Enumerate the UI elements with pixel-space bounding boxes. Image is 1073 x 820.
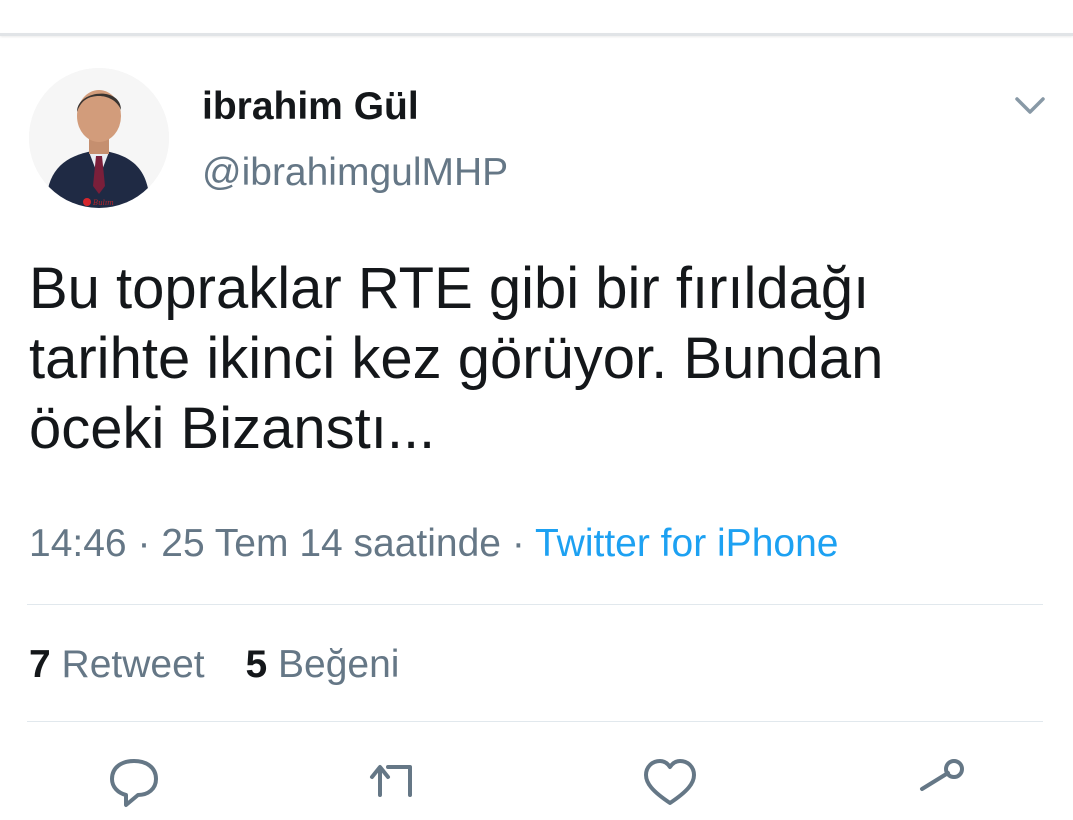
avatar-photo: Bulım: [29, 68, 169, 208]
retweets-stat[interactable]: 7 Retweet: [29, 641, 205, 689]
author-name[interactable]: ibrahim Gül: [202, 84, 419, 130]
tweet-stats: 7 Retweet 5 Beğeni: [29, 641, 429, 689]
avatar-badge: Bulım: [92, 199, 114, 207]
share-icon[interactable]: [910, 755, 970, 815]
action-bar: [0, 755, 1073, 807]
tweet-text-line: tarihte ikinci kez görüyor. Bundan: [29, 326, 884, 391]
retweets-label: Retweet: [61, 643, 205, 686]
retweets-count: 7: [29, 643, 51, 686]
likes-count: 5: [245, 643, 268, 686]
likes-label: Beğeni: [278, 643, 400, 686]
tweet-text-line: öceki Bizanstı...: [29, 396, 436, 461]
divider: [27, 604, 1043, 605]
tweet-text-line: Bu topraklar RTE gibi bir fırıldağı: [29, 256, 870, 321]
author-handle[interactable]: @ibrahimgulMHP: [202, 150, 508, 196]
likes-stat[interactable]: 5 Beğeni: [245, 641, 399, 689]
meta-separator: ·: [511, 522, 525, 565]
top-divider: [0, 33, 1073, 36]
reply-icon[interactable]: [104, 755, 164, 815]
tweet-meta: 14:46 · 25 Tem 14 saatinde · Twitter for…: [29, 520, 838, 568]
retweet-icon[interactable]: [366, 755, 426, 815]
tweet-text: Bu topraklar RTE gibi bir fırıldağı tari…: [29, 254, 1039, 464]
tweet-source-link[interactable]: Twitter for iPhone: [535, 522, 838, 565]
meta-separator: ·: [137, 522, 151, 565]
tweet-date[interactable]: 25 Tem 14 saatinde: [161, 522, 501, 565]
chevron-down-icon[interactable]: [1012, 92, 1048, 120]
tweet-time[interactable]: 14:46: [29, 522, 127, 565]
heart-icon[interactable]: [640, 755, 700, 815]
divider: [27, 721, 1043, 722]
avatar[interactable]: Bulım: [29, 68, 169, 208]
